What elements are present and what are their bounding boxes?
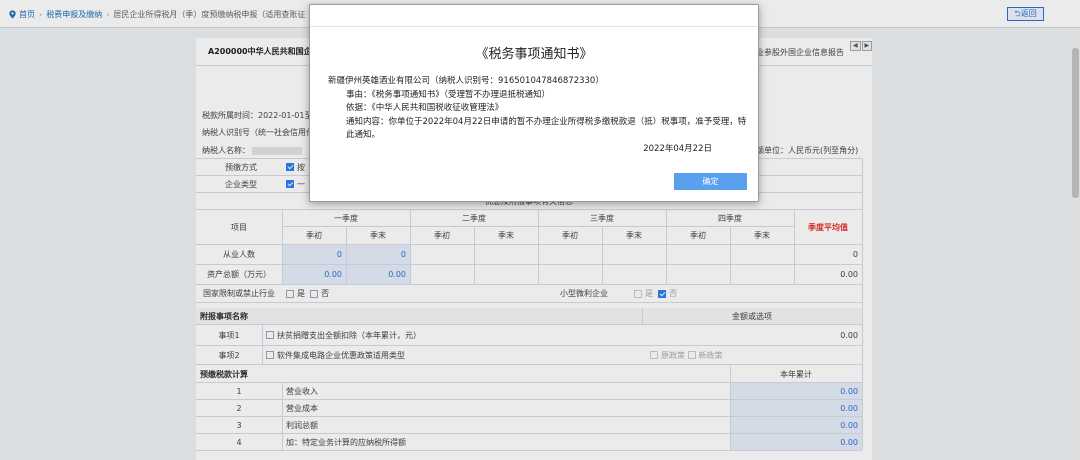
notice-recipient: 新疆伊州英雄酒业有限公司（纳税人识别号：916501047846872330） [328, 76, 604, 86]
dialog-title: 《税务事项通知书》 [475, 47, 593, 62]
notice-content: 通知内容：你单位于2022年04月22日申请的暂不办理企业所得税多缴税款退（抵）… [346, 116, 747, 141]
notice-date: 2022年04月22日 [643, 143, 712, 154]
dialog-header [310, 5, 758, 27]
notice-reason: 事由：《税务事项通知书》（受理暂不办理退抵税通知） [346, 89, 551, 100]
notice-basis: 依据：《中华人民共和国税收征收管理法》 [346, 103, 504, 113]
confirm-button[interactable]: 确定 [674, 173, 747, 190]
dialog-body: 新疆伊州英雄酒业有限公司（纳税人识别号：916501047846872330） … [328, 75, 748, 156]
tax-notice-dialog: 《税务事项通知书》 新疆伊州英雄酒业有限公司（纳税人识别号：9165010478… [309, 4, 759, 202]
